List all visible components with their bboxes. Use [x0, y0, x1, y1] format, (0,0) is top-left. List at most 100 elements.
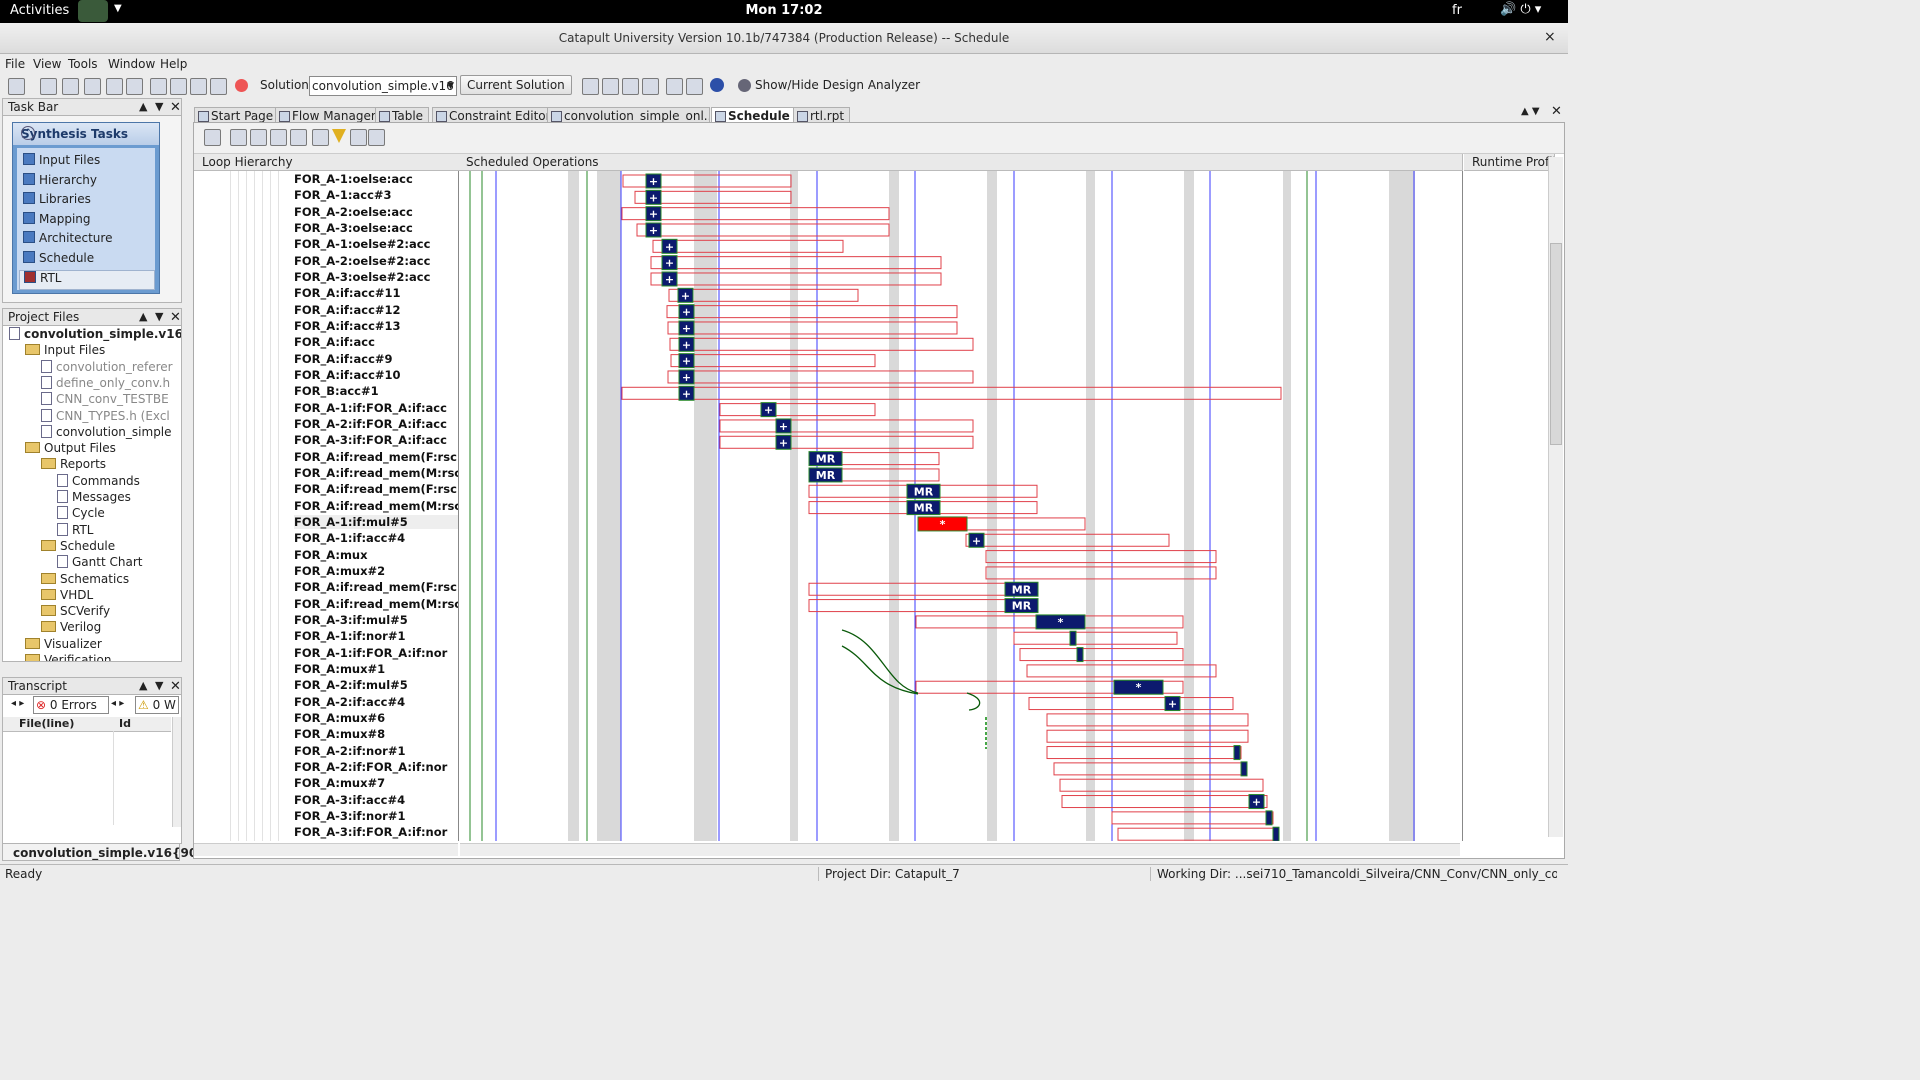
new-file-icon[interactable] [8, 78, 25, 95]
tree-folder[interactable]: Visualizer [25, 637, 102, 651]
operation-name[interactable]: FOR_A:mux#6 [294, 711, 458, 725]
operation-name[interactable]: FOR_A-2:if:mul#5 [294, 678, 458, 692]
system-menu-icons[interactable]: 🔊 ⏻ ▾ [1500, 2, 1541, 17]
task-architecture[interactable]: Architecture [23, 231, 112, 249]
operation-name[interactable]: FOR_A:if:read_mem(F:rsc.@ [294, 482, 458, 496]
pin-icon[interactable]: ▲ ▼ [1521, 106, 1540, 117]
chevron-down-icon[interactable]: ▼ [155, 679, 163, 692]
operation-name[interactable]: FOR_A-2:if:FOR_A:if:nor [294, 760, 458, 774]
tree-file[interactable]: convolution_referer [41, 359, 173, 374]
operation-name[interactable]: FOR_A-3:if:mul#5 [294, 613, 458, 627]
tree-icon[interactable] [350, 129, 367, 146]
task-input-files[interactable]: Input Files [23, 153, 100, 171]
col-runtime-profile[interactable]: Runtime Profil [1464, 154, 1555, 171]
chip-icon[interactable] [622, 78, 639, 95]
transcript-scrollbar[interactable] [172, 717, 181, 827]
close-icon[interactable]: ✕ [170, 679, 181, 694]
menu-help[interactable]: Help [160, 57, 187, 71]
operation-name[interactable]: FOR_A:if:acc#12 [294, 303, 458, 317]
operation-name[interactable]: FOR_A-1:if:FOR_A:if:nor [294, 646, 458, 660]
scrollbar-thumb[interactable] [1550, 243, 1562, 445]
chevron-down-icon[interactable]: ▼ [155, 310, 163, 323]
operation-name[interactable]: FOR_A:if:read_mem(M:rsc.@ [294, 466, 458, 480]
help-icon[interactable] [710, 78, 724, 92]
tree-folder[interactable]: Verification [25, 653, 111, 661]
tree-folder[interactable]: Schedule [41, 539, 115, 553]
tools-icon[interactable] [602, 78, 619, 95]
terminal-icon[interactable] [642, 78, 659, 95]
operation-name[interactable]: FOR_A:if:read_mem(F:rsc.@ [294, 580, 458, 594]
operation-name[interactable]: FOR_A-3:if:FOR_A:if:nor [294, 825, 458, 839]
col-loop-hierarchy[interactable]: Loop Hierarchy [194, 154, 459, 171]
operation-name[interactable]: FOR_A-2:if:acc#4 [294, 695, 458, 709]
pin-icon[interactable]: ▲ [139, 310, 147, 323]
save-icon[interactable] [62, 78, 79, 95]
warnings-filter[interactable]: ⚠ 0 W [135, 696, 179, 714]
go-icon[interactable] [582, 78, 599, 95]
operation-name[interactable]: FOR_A-3:oelse:acc [294, 221, 458, 235]
show-hide-analyzer-button[interactable]: Show/Hide Design Analyzer [755, 78, 920, 92]
operation-name[interactable]: FOR_A-1:acc#3 [294, 188, 458, 202]
tree-folder[interactable]: VHDL [41, 588, 93, 602]
forward-icon[interactable] [170, 78, 187, 95]
operation-name[interactable]: FOR_A-2:if:nor#1 [294, 744, 458, 758]
tree-root[interactable]: convolution_simple.v16 [9, 327, 181, 341]
task-rtl[interactable]: RTL [19, 270, 155, 290]
operation-name[interactable]: FOR_A-1:oelse:acc [294, 172, 458, 186]
redo-icon[interactable] [210, 78, 227, 95]
task-hierarchy[interactable]: Hierarchy [23, 173, 97, 191]
tree-file[interactable]: Gantt Chart [57, 555, 142, 569]
arrows-icon[interactable] [290, 129, 307, 146]
tree-folder[interactable]: Output Files [25, 441, 116, 455]
operation-name[interactable]: FOR_A:mux#8 [294, 727, 458, 741]
operation-name[interactable]: FOR_A-2:if:FOR_A:if:acc [294, 417, 458, 431]
back-icon[interactable] [150, 78, 167, 95]
flash-icon[interactable] [686, 78, 703, 95]
menu-tools[interactable]: Tools [68, 57, 98, 71]
find-next-icon[interactable] [126, 78, 143, 95]
operation-name[interactable]: FOR_A:mux#1 [294, 662, 458, 676]
close-icon[interactable]: ✕ [170, 310, 181, 325]
print-icon[interactable] [84, 78, 101, 95]
operation-name[interactable]: FOR_A-1:oelse#2:acc [294, 237, 458, 251]
stop-icon[interactable] [235, 79, 248, 92]
tree-folder[interactable]: SCVerify [41, 604, 110, 618]
prev-icon[interactable]: ◂ ▸ [11, 698, 24, 709]
tree-file[interactable]: Commands [57, 473, 140, 488]
col-id[interactable]: Id [119, 717, 131, 730]
tree-folder[interactable]: Reports [41, 457, 106, 471]
keyboard-layout[interactable]: fr [1452, 3, 1462, 18]
gear-icon[interactable] [738, 79, 751, 92]
tree-file[interactable]: CNN_conv_TESTBE [41, 392, 169, 406]
zoom-out-icon[interactable] [250, 129, 267, 146]
task-mapping[interactable]: Mapping [23, 212, 91, 230]
operation-name[interactable]: FOR_A-1:if:acc#4 [294, 531, 458, 545]
loop-hscrollbar[interactable] [194, 843, 458, 856]
task-schedule[interactable]: Schedule [23, 251, 94, 269]
col-scheduled-operations[interactable]: Scheduled Operations [458, 154, 1463, 171]
operation-name[interactable]: FOR_A-1:if:FOR_A:if:acc [294, 401, 458, 415]
tree-folder[interactable]: Schematics [41, 572, 129, 586]
open-folder-icon[interactable] [40, 78, 57, 95]
operation-name[interactable]: FOR_A:if:acc#10 [294, 368, 458, 382]
errors-filter[interactable]: ⊗ 0 Errors [33, 696, 109, 714]
synthesis-tasks-header[interactable]: Synthesis Tasks ⌃ [13, 123, 159, 145]
menu-window[interactable]: Window [108, 57, 155, 71]
layout-icon[interactable] [368, 129, 385, 146]
camera-icon[interactable] [666, 78, 683, 95]
operation-name[interactable]: FOR_A-3:if:FOR_A:if:acc [294, 433, 458, 447]
operation-name[interactable]: FOR_A-1:if:mul#5 [294, 514, 458, 529]
operation-name[interactable]: FOR_A:if:acc#13 [294, 319, 458, 333]
tree-folder[interactable]: Verilog [41, 620, 101, 634]
tree-file[interactable]: Messages [57, 490, 131, 504]
operation-name[interactable]: FOR_A:if:acc#11 [294, 286, 458, 300]
operation-name[interactable]: FOR_A-3:oelse#2:acc [294, 270, 458, 284]
chevron-down-icon[interactable]: ▼ [155, 100, 163, 113]
menu-file[interactable]: File [5, 57, 25, 71]
find-icon[interactable] [106, 78, 123, 95]
filter-icon[interactable] [332, 129, 346, 143]
pin-icon[interactable]: ▲ [139, 100, 147, 113]
operation-name[interactable]: FOR_A-3:if:nor#1 [294, 809, 458, 823]
zoom-in-icon[interactable] [230, 129, 247, 146]
next-icon[interactable]: ◂ ▸ [111, 698, 124, 709]
